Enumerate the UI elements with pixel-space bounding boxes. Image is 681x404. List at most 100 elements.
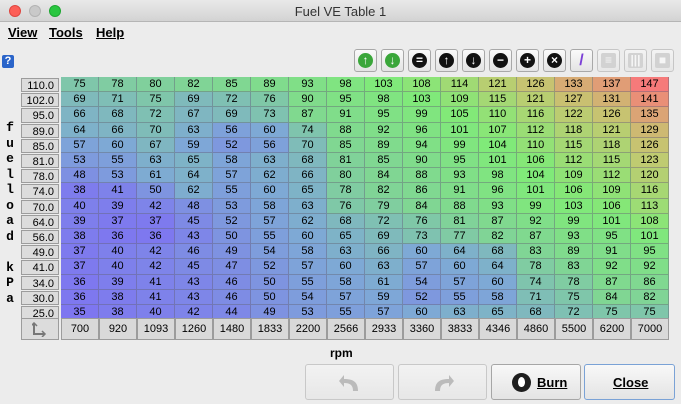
ve-cell[interactable]: 41 bbox=[137, 289, 175, 305]
ve-cell[interactable]: 63 bbox=[365, 259, 403, 275]
ve-cell[interactable]: 69 bbox=[175, 92, 213, 108]
ve-cell[interactable]: 101 bbox=[593, 213, 631, 229]
undo-button[interactable] bbox=[305, 364, 394, 400]
ve-cell[interactable]: 46 bbox=[213, 289, 251, 305]
ve-cell[interactable]: 59 bbox=[175, 137, 213, 153]
ve-cell[interactable]: 40 bbox=[99, 244, 137, 260]
ve-cell[interactable]: 39 bbox=[99, 198, 137, 214]
ve-cell[interactable]: 50 bbox=[251, 289, 289, 305]
ve-cell[interactable]: 76 bbox=[251, 92, 289, 108]
ve-cell[interactable]: 92 bbox=[517, 213, 555, 229]
ve-cell[interactable]: 89 bbox=[365, 137, 403, 153]
ve-cell[interactable]: 112 bbox=[555, 153, 593, 169]
ve-cell[interactable]: 91 bbox=[441, 183, 479, 199]
ve-cell[interactable]: 36 bbox=[99, 229, 137, 245]
multiply-button[interactable]: × bbox=[543, 49, 566, 72]
ve-cell[interactable]: 89 bbox=[251, 77, 289, 93]
ve-cell[interactable]: 113 bbox=[631, 198, 669, 214]
ve-cell[interactable]: 98 bbox=[479, 168, 517, 184]
menu-help[interactable]: Help bbox=[96, 25, 124, 40]
y-axis-bin[interactable]: 30.0 bbox=[21, 290, 59, 305]
ve-cell[interactable]: 121 bbox=[517, 92, 555, 108]
ve-cell[interactable]: 65 bbox=[327, 229, 365, 245]
ve-cell[interactable]: 87 bbox=[289, 107, 327, 123]
ve-cell[interactable]: 120 bbox=[631, 168, 669, 184]
ve-cell[interactable]: 58 bbox=[289, 244, 327, 260]
ve-cell[interactable]: 79 bbox=[365, 198, 403, 214]
ve-cell[interactable]: 82 bbox=[365, 183, 403, 199]
ve-cell[interactable]: 70 bbox=[289, 137, 327, 153]
ve-cell[interactable]: 63 bbox=[251, 153, 289, 169]
ve-cell[interactable]: 108 bbox=[403, 77, 441, 93]
ve-cell[interactable]: 60 bbox=[251, 122, 289, 138]
ve-cell[interactable]: 69 bbox=[61, 92, 99, 108]
ve-cell[interactable]: 66 bbox=[61, 107, 99, 123]
y-axis-bin[interactable]: 74.0 bbox=[21, 184, 59, 199]
ve-cell[interactable]: 83 bbox=[517, 244, 555, 260]
ve-cell[interactable]: 37 bbox=[137, 213, 175, 229]
x-axis-bin[interactable]: 4860 bbox=[517, 318, 555, 340]
ve-cell[interactable]: 63 bbox=[289, 198, 327, 214]
ve-cell[interactable]: 55 bbox=[441, 289, 479, 305]
ve-cell[interactable]: 106 bbox=[517, 153, 555, 169]
y-axis-bin[interactable]: 110.0 bbox=[21, 78, 59, 93]
ve-cell[interactable]: 122 bbox=[555, 107, 593, 123]
ve-cell[interactable]: 69 bbox=[213, 107, 251, 123]
ve-cell[interactable]: 63 bbox=[137, 153, 175, 169]
ve-cell[interactable]: 37 bbox=[99, 213, 137, 229]
ve-cell[interactable]: 70 bbox=[137, 122, 175, 138]
ve-cell[interactable]: 109 bbox=[441, 92, 479, 108]
ve-cell[interactable]: 48 bbox=[175, 198, 213, 214]
ve-cell[interactable]: 127 bbox=[555, 92, 593, 108]
ve-cell[interactable]: 73 bbox=[403, 229, 441, 245]
ve-cell[interactable]: 62 bbox=[289, 213, 327, 229]
ve-cell[interactable]: 101 bbox=[479, 153, 517, 169]
ve-cell[interactable]: 60 bbox=[327, 259, 365, 275]
ve-cell[interactable]: 42 bbox=[137, 259, 175, 275]
ve-cell[interactable]: 118 bbox=[555, 122, 593, 138]
x-axis-bin[interactable]: 920 bbox=[99, 318, 137, 340]
ve-cell[interactable]: 52 bbox=[251, 259, 289, 275]
ve-cell[interactable]: 66 bbox=[365, 244, 403, 260]
ve-cell[interactable]: 107 bbox=[479, 122, 517, 138]
x-axis-bin[interactable]: 4346 bbox=[479, 318, 517, 340]
ve-cell[interactable]: 116 bbox=[631, 183, 669, 199]
ve-cell[interactable]: 88 bbox=[327, 122, 365, 138]
ve-cell[interactable]: 110 bbox=[479, 107, 517, 123]
ve-cell[interactable]: 64 bbox=[479, 259, 517, 275]
ve-cell[interactable]: 84 bbox=[593, 289, 631, 305]
ve-cell[interactable]: 58 bbox=[479, 289, 517, 305]
help-icon[interactable]: ? bbox=[2, 55, 14, 68]
vertical-interpolate-button[interactable]: ||| bbox=[624, 49, 647, 72]
ve-cell[interactable]: 93 bbox=[479, 198, 517, 214]
ve-cell[interactable]: 116 bbox=[517, 107, 555, 123]
ve-cell[interactable]: 118 bbox=[593, 137, 631, 153]
ve-cell[interactable]: 135 bbox=[631, 107, 669, 123]
ve-cell[interactable]: 106 bbox=[593, 198, 631, 214]
ve-cell[interactable]: 68 bbox=[479, 244, 517, 260]
ve-cell[interactable]: 84 bbox=[365, 168, 403, 184]
ve-cell[interactable]: 50 bbox=[137, 183, 175, 199]
ve-cell[interactable]: 93 bbox=[441, 168, 479, 184]
ve-cell[interactable]: 64 bbox=[441, 244, 479, 260]
ve-cell[interactable]: 39 bbox=[99, 274, 137, 290]
ve-cell[interactable]: 50 bbox=[251, 274, 289, 290]
ve-cell[interactable]: 57 bbox=[213, 168, 251, 184]
ve-cell[interactable]: 80 bbox=[137, 77, 175, 93]
add-button[interactable]: + bbox=[516, 49, 539, 72]
ve-cell[interactable]: 60 bbox=[99, 137, 137, 153]
ve-cell[interactable]: 103 bbox=[365, 77, 403, 93]
ve-cell[interactable]: 99 bbox=[441, 137, 479, 153]
ve-cell[interactable]: 45 bbox=[175, 213, 213, 229]
ve-cell[interactable]: 68 bbox=[327, 213, 365, 229]
x-axis-bin[interactable]: 1093 bbox=[137, 318, 175, 340]
ve-cell[interactable]: 123 bbox=[631, 153, 669, 169]
ve-cell[interactable]: 52 bbox=[213, 137, 251, 153]
ve-cell[interactable]: 56 bbox=[213, 122, 251, 138]
ve-cell[interactable]: 54 bbox=[251, 244, 289, 260]
ve-cell[interactable]: 65 bbox=[175, 153, 213, 169]
ve-cell[interactable]: 60 bbox=[479, 274, 517, 290]
x-axis-bin[interactable]: 2933 bbox=[365, 318, 403, 340]
ve-cell[interactable]: 68 bbox=[289, 153, 327, 169]
ve-cell[interactable]: 62 bbox=[251, 168, 289, 184]
